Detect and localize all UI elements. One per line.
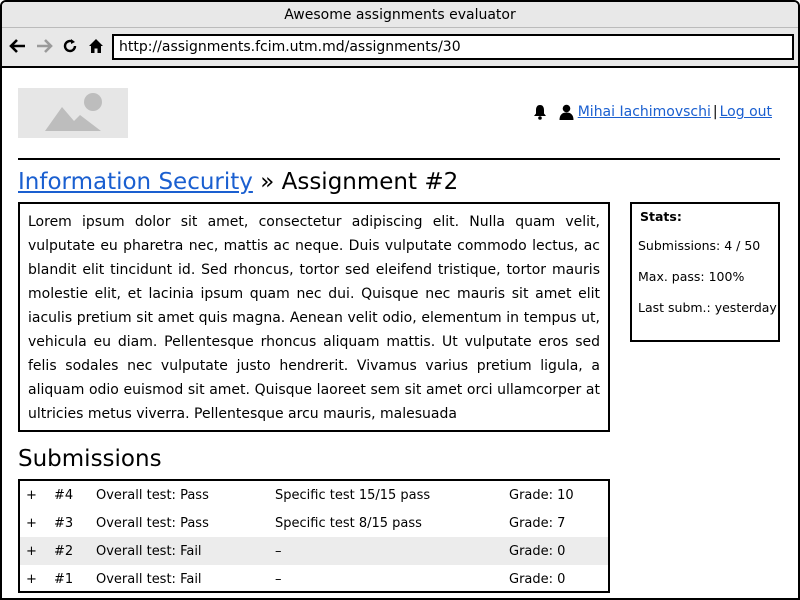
submission-number: #1	[54, 571, 74, 587]
submission-number: #3	[54, 515, 74, 531]
overall-test-result: Overall test: Pass	[96, 487, 209, 503]
submissions-heading: Submissions	[18, 446, 162, 472]
user-area: Mihai Iachimovschi | Log out	[533, 104, 772, 120]
grade: Grade: 0	[509, 543, 566, 559]
expand-toggle[interactable]: +	[26, 488, 37, 503]
breadcrumb-separator: »	[260, 169, 275, 195]
header-divider	[18, 158, 780, 160]
stats-title: Stats:	[640, 209, 682, 224]
logo-placeholder	[18, 88, 128, 138]
table-row[interactable]: + #2 Overall test: Fail – Grade: 0	[20, 537, 608, 565]
expand-toggle[interactable]: +	[26, 544, 37, 559]
overall-test-result: Overall test: Fail	[96, 543, 202, 559]
grade: Grade: 0	[509, 571, 566, 587]
browser-toolbar: http://assignments.fcim.utm.md/assignmen…	[2, 28, 798, 68]
forward-arrow-icon[interactable]	[34, 36, 54, 56]
expand-toggle[interactable]: +	[26, 572, 37, 587]
header-separator: |	[712, 104, 718, 120]
grade: Grade: 10	[509, 487, 574, 503]
logout-link[interactable]: Log out	[720, 104, 772, 120]
table-row[interactable]: + #4 Overall test: Pass Specific test 15…	[20, 481, 608, 509]
specific-test-result: –	[275, 543, 282, 559]
breadcrumb: Information Security » Assignment #2	[18, 166, 458, 198]
submissions-table: + #4 Overall test: Pass Specific test 15…	[18, 479, 610, 593]
user-name-link[interactable]: Mihai Iachimovschi	[578, 104, 711, 120]
overall-test-result: Overall test: Fail	[96, 571, 202, 587]
stat-submissions: Submissions: 4 / 50	[638, 238, 761, 253]
stats-panel: Stats: Submissions: 4 / 50 Max. pass: 10…	[630, 202, 780, 342]
table-row[interactable]: + #3 Overall test: Pass Specific test 8/…	[20, 509, 608, 537]
back-arrow-icon[interactable]	[8, 36, 28, 56]
submission-number: #4	[54, 487, 74, 503]
submission-number: #2	[54, 543, 74, 559]
stat-max-pass: Max. pass: 100%	[638, 269, 745, 284]
breadcrumb-course-link[interactable]: Information Security	[18, 169, 253, 195]
user-icon	[559, 104, 574, 120]
overall-test-result: Overall test: Pass	[96, 515, 209, 531]
page-title: Assignment #2	[281, 169, 459, 195]
expand-toggle[interactable]: +	[26, 516, 37, 531]
specific-test-result: –	[275, 571, 282, 587]
stat-last-submission: Last subm.: yesterday	[638, 300, 777, 315]
image-placeholder-icon	[45, 93, 102, 131]
url-bar[interactable]: http://assignments.fcim.utm.md/assignmen…	[112, 34, 794, 60]
grade: Grade: 7	[509, 515, 566, 531]
specific-test-result: Specific test 15/15 pass	[275, 487, 431, 503]
bell-icon[interactable]	[533, 104, 547, 120]
home-icon[interactable]	[86, 36, 106, 56]
table-row[interactable]: + #1 Overall test: Fail – Grade: 0	[20, 565, 608, 591]
assignment-description: Lorem ipsum dolor sit amet, consectetur …	[18, 202, 610, 432]
reload-icon[interactable]	[60, 36, 80, 56]
specific-test-result: Specific test 8/15 pass	[275, 515, 422, 531]
window-title: Awesome assignments evaluator	[2, 2, 798, 28]
